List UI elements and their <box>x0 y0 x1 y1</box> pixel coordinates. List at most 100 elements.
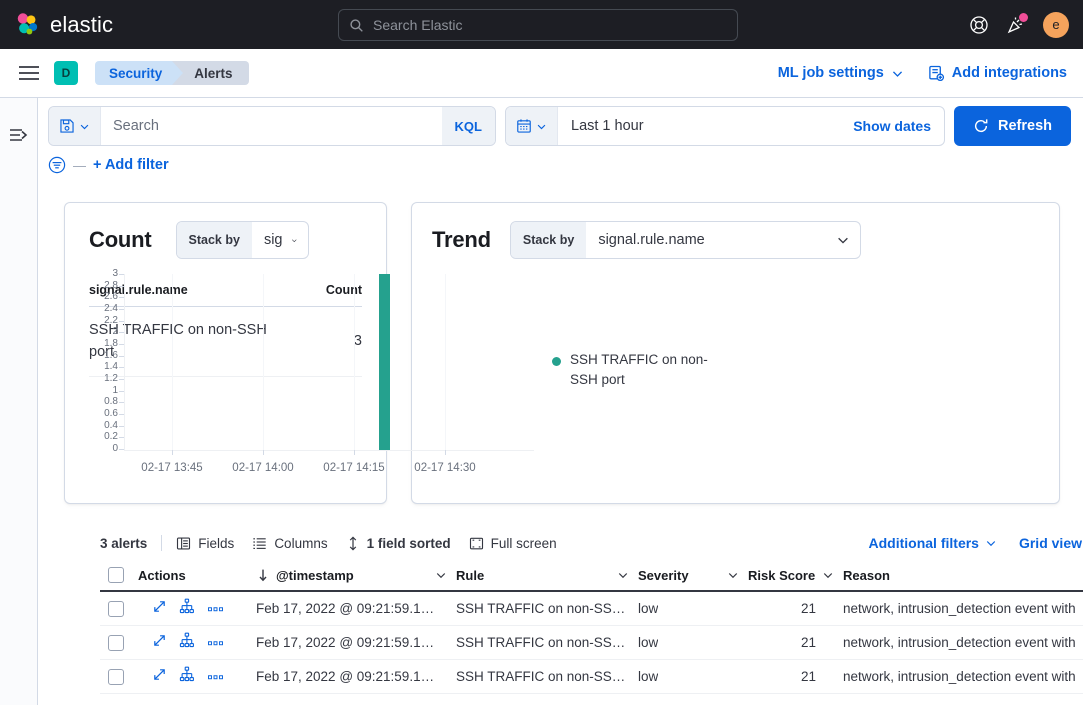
more-actions-icon[interactable] <box>207 634 224 652</box>
analyzer-graph-icon[interactable] <box>179 666 195 687</box>
chart-y-tick-label: 1.2 <box>104 373 118 384</box>
row-actions-cell <box>138 666 256 687</box>
table-row[interactable]: Feb 17, 2022 @ 09:21:59.1… SSH TRAFFIC on… <box>100 592 1083 626</box>
show-dates-button[interactable]: Show dates <box>853 107 944 145</box>
analyzer-graph-icon[interactable] <box>179 598 195 619</box>
chevron-down-icon[interactable] <box>727 569 739 581</box>
col-header-severity[interactable]: Severity <box>638 568 748 583</box>
row-select-checkbox[interactable] <box>108 668 124 685</box>
global-search-input[interactable]: Search Elastic <box>338 9 738 41</box>
count-stack-by-select[interactable]: signal <box>252 222 308 258</box>
user-avatar[interactable]: e <box>1043 11 1069 38</box>
cell-rule[interactable]: SSH TRAFFIC on non-SS… <box>456 635 638 650</box>
news-feed-button[interactable] <box>1006 12 1028 35</box>
col-header-risk-score[interactable]: Risk Score <box>748 568 843 583</box>
chart-bar[interactable] <box>379 274 390 450</box>
chart-y-tick-label: 0.4 <box>104 419 118 431</box>
chart-legend[interactable]: SSH TRAFFIC on non-SSH port <box>552 350 727 391</box>
help-lifebuoy-icon[interactable] <box>969 15 989 35</box>
quick-date-menu-button[interactable] <box>506 107 558 145</box>
col-header-rule[interactable]: Rule <box>456 568 638 583</box>
chevron-down-icon <box>80 124 89 129</box>
add-integrations-button[interactable]: Add integrations <box>928 65 1067 82</box>
chart-x-axis-line <box>124 450 534 451</box>
cell-risk-score-value: 21 <box>800 635 816 650</box>
search-input[interactable]: Search <box>101 107 442 145</box>
legend-label: SSH TRAFFIC on non-SSH port <box>570 352 708 388</box>
chart-gridline <box>354 274 355 450</box>
hamburger-menu-icon[interactable] <box>18 65 40 81</box>
col-header-actions[interactable]: Actions <box>138 568 256 583</box>
table-row[interactable]: Feb 17, 2022 @ 09:21:59.1… SSH TRAFFIC on… <box>100 660 1083 694</box>
sort-desc-icon <box>259 569 267 582</box>
table-row[interactable]: Feb 17, 2022 @ 09:21:59.1… SSH TRAFFIC on… <box>100 626 1083 660</box>
cell-rule[interactable]: SSH TRAFFIC on non-SS… <box>456 669 638 684</box>
chart-x-tick-label: 02-17 14:15 <box>323 462 385 474</box>
expand-alert-icon[interactable] <box>152 633 167 653</box>
grid-view-button[interactable]: Grid view <box>1019 535 1083 551</box>
more-actions-icon[interactable] <box>207 668 224 686</box>
refresh-button[interactable]: Refresh <box>954 106 1071 146</box>
more-actions-icon[interactable] <box>207 600 224 618</box>
additional-filters-button[interactable]: Additional filters <box>869 535 997 551</box>
cell-severity[interactable]: low <box>638 669 748 684</box>
chart-x-tick-mark <box>172 450 173 455</box>
ml-job-settings-button[interactable]: ML job settings <box>778 65 904 81</box>
chart-y-tick-mark <box>119 402 124 404</box>
row-select-cell <box>100 634 138 651</box>
brand-name: elastic <box>50 11 114 37</box>
row-select-checkbox[interactable] <box>108 634 124 651</box>
count-stack-by-control: Stack by signal <box>175 221 309 259</box>
expand-sidebar-icon[interactable] <box>9 128 29 142</box>
select-all-checkbox[interactable] <box>108 567 124 583</box>
breadcrumb-item-alerts[interactable]: Alerts <box>172 61 249 85</box>
space-avatar[interactable]: D <box>54 61 78 85</box>
cell-timestamp[interactable]: Feb 17, 2022 @ 09:21:59.1… <box>256 601 456 616</box>
cell-severity[interactable]: low <box>638 635 748 650</box>
col-header-timestamp[interactable]: @timestamp <box>256 568 456 583</box>
trend-stack-by-value: signal.rule.name <box>598 232 705 248</box>
breadcrumb-item-security[interactable]: Security <box>95 61 184 85</box>
cell-risk-score[interactable]: 21 <box>748 669 843 684</box>
cell-risk-score[interactable]: 21 <box>748 601 843 616</box>
expand-alert-icon[interactable] <box>152 599 167 619</box>
analyzer-graph-icon[interactable] <box>179 632 195 653</box>
col-header-rule-label: Rule <box>456 567 485 583</box>
fullscreen-icon <box>469 537 483 549</box>
notification-dot <box>1019 12 1028 22</box>
sort-fields-button[interactable]: 1 field sorted <box>346 536 451 551</box>
cell-severity[interactable]: low <box>638 601 748 616</box>
chart-y-tick-label: 1.4 <box>104 361 118 373</box>
col-header-reason[interactable]: Reason <box>843 568 1083 583</box>
filter-bar: — + Add filter <box>48 156 169 174</box>
elastic-logo[interactable]: elastic <box>14 12 113 38</box>
saved-query-button[interactable] <box>49 107 101 145</box>
cell-reason[interactable]: network, intrusion_detection event with <box>843 669 1083 684</box>
chart-y-tick-label: 0 <box>112 443 118 454</box>
query-language-button[interactable]: KQL <box>441 107 495 145</box>
fields-icon <box>177 537 191 550</box>
data-grid-header-row: Actions @timestamp Rule Severity Risk Sc… <box>100 560 1083 592</box>
full-screen-button[interactable]: Full screen <box>469 536 557 551</box>
fields-button[interactable]: Fields <box>176 536 234 551</box>
chevron-down-icon[interactable] <box>617 569 629 581</box>
chevron-down-icon[interactable] <box>822 569 834 581</box>
cell-reason[interactable]: network, intrusion_detection event with <box>843 635 1083 650</box>
calendar-icon <box>517 119 531 133</box>
trend-stack-by-select[interactable]: signal.rule.name <box>586 222 860 258</box>
chevron-down-icon[interactable] <box>435 569 447 581</box>
filter-icon[interactable] <box>48 156 66 174</box>
add-filter-button[interactable]: + Add filter <box>93 157 169 173</box>
trend-stack-by-label: Stack by <box>510 222 587 258</box>
columns-button[interactable]: Columns <box>252 536 328 551</box>
cell-timestamp[interactable]: Feb 17, 2022 @ 09:21:59.1… <box>256 669 456 684</box>
row-select-checkbox[interactable] <box>108 600 124 617</box>
cell-risk-score[interactable]: 21 <box>748 635 843 650</box>
cell-rule[interactable]: SSH TRAFFIC on non-SS… <box>456 601 638 616</box>
chart-y-tick-label: 3 <box>112 268 118 279</box>
chart-x-tick-mark <box>445 450 446 455</box>
expand-alert-icon[interactable] <box>152 667 167 687</box>
date-range-value[interactable]: Last 1 hour <box>558 107 853 145</box>
cell-reason[interactable]: network, intrusion_detection event with <box>843 601 1083 616</box>
cell-timestamp[interactable]: Feb 17, 2022 @ 09:21:59.1… <box>256 635 456 650</box>
